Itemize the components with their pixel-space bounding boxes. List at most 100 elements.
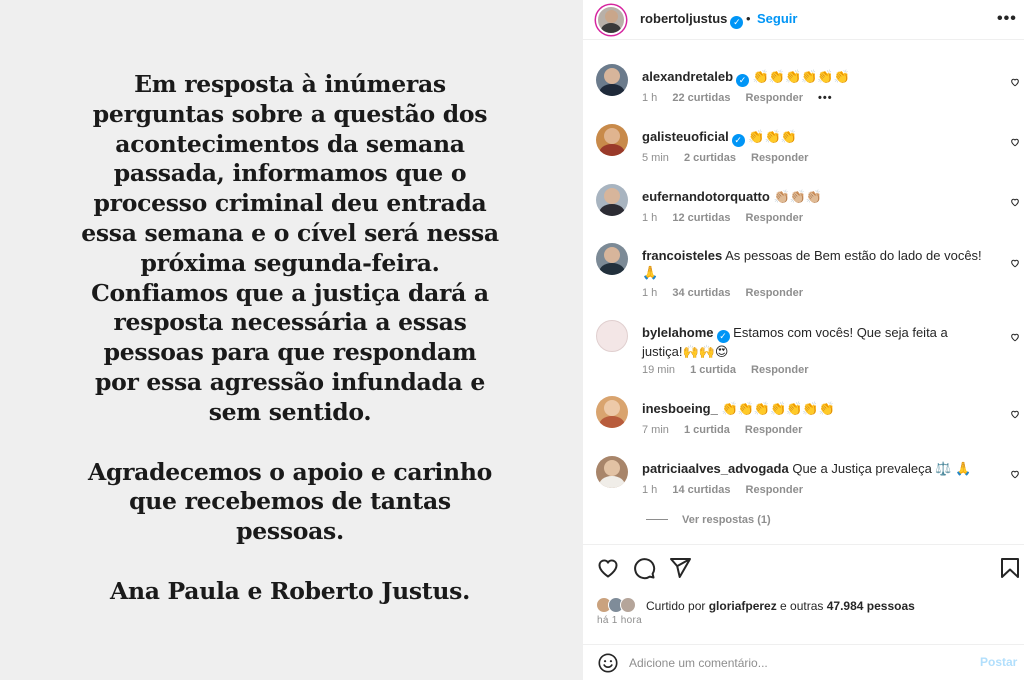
comment-likes[interactable]: 2 curtidas (684, 152, 736, 164)
reply-button[interactable]: Responder (751, 364, 808, 376)
commenter-avatar[interactable] (596, 456, 628, 488)
add-comment-bar: Postar (583, 644, 1024, 680)
post-text-line: Confiamos que a justiça dará a (91, 278, 489, 307)
reply-button[interactable]: Responder (746, 484, 803, 496)
post-time[interactable]: há 1 hora (597, 615, 642, 626)
author-username[interactable]: robertoljustus ✓ (640, 11, 744, 29)
reply-button[interactable]: Responder (745, 424, 802, 436)
post-text-line: passada, informamos que o (113, 159, 467, 188)
comment-time[interactable]: 1 h (642, 484, 657, 496)
emoji-icon[interactable] (597, 652, 619, 674)
view-replies-button[interactable]: Ver respostas (1) (646, 514, 771, 526)
comment-like-heart-icon[interactable] (1010, 409, 1020, 419)
view-replies-label[interactable]: Ver respostas (1) (682, 514, 771, 526)
verified-badge-icon: ✓ (716, 330, 730, 343)
post-text-line: por essa agressão infundada e (94, 367, 486, 396)
reply-button[interactable]: Responder (751, 152, 808, 164)
commenter-avatar[interactable] (596, 124, 628, 156)
more-options-icon[interactable]: ••• (997, 10, 1017, 28)
verified-badge-icon: ✓ (730, 16, 744, 29)
post-text-line: processo criminal deu entrada (93, 189, 487, 218)
comment-time[interactable]: 7 min (642, 424, 669, 436)
comment-like-heart-icon[interactable] (1010, 197, 1020, 207)
commenter-avatar[interactable] (596, 243, 628, 275)
post-text-line: Agradecemos o apoio e carinho (88, 457, 492, 486)
liker-username[interactable]: gloriafperez (709, 599, 777, 613)
comment-like-heart-icon[interactable] (1010, 258, 1020, 268)
author-avatar[interactable] (596, 5, 626, 35)
post-text-line: Ana Paula e Roberto Justus. (110, 576, 470, 605)
comment-likes[interactable]: 34 curtidas (672, 287, 730, 299)
comment-username[interactable]: inesboeing_ (642, 401, 718, 416)
comment-like-heart-icon[interactable] (1010, 137, 1020, 147)
comment-username[interactable]: alexandretaleb (642, 69, 733, 84)
post-text-line: perguntas sobre a questão dos (92, 99, 488, 128)
follow-button[interactable]: Seguir (757, 11, 797, 26)
comment-like-heart-icon[interactable] (1010, 332, 1020, 342)
likes-count[interactable]: 47.984 pessoas (827, 599, 915, 613)
comment-like-heart-icon[interactable] (1010, 77, 1020, 87)
comment-time[interactable]: 1 h (642, 92, 657, 104)
commenter-avatar[interactable] (596, 320, 628, 352)
likes-prefix: Curtido por (646, 599, 709, 613)
comment-time[interactable]: 19 min (642, 364, 675, 376)
header-separator: • (746, 11, 751, 26)
reply-button[interactable]: Responder (746, 287, 803, 299)
post-header: robertoljustus ✓ • Seguir ••• (583, 0, 1024, 40)
author-username-text[interactable]: robertoljustus (640, 11, 727, 26)
comment-text: 👏👏👏👏👏👏 (752, 69, 850, 84)
comment-username[interactable]: patriciaalves_advogada (642, 461, 789, 476)
commenter-avatar[interactable] (596, 64, 628, 96)
comment-username[interactable]: francoisteles (642, 248, 722, 263)
comments-list: alexandretaleb ✓ 👏👏👏👏👏👏 1 h 22 curtidas R… (583, 40, 1024, 540)
comment-text: Que a Justiça prevaleça ⚖️ 🙏 (792, 461, 972, 476)
comment-likes[interactable]: 1 curtida (684, 424, 730, 436)
verified-badge-icon: ✓ (736, 74, 750, 87)
commenter-avatar[interactable] (596, 396, 628, 428)
reply-button[interactable]: Responder (746, 212, 803, 224)
post-text-line: sem sentido. (208, 397, 372, 426)
comment-input[interactable] (629, 653, 969, 673)
comment-username[interactable]: bylelahome (642, 325, 714, 340)
comment-username[interactable]: eufernandotorquatto (642, 189, 770, 204)
share-icon[interactable] (668, 556, 692, 580)
comment-text: 👏🏼👏🏼👏🏼 (773, 189, 823, 204)
post-text-line: próxima segunda-feira. (140, 248, 440, 277)
post-comment-button[interactable]: Postar (980, 655, 1017, 669)
comment-like-heart-icon[interactable] (1010, 469, 1020, 479)
reply-button[interactable]: Responder (746, 92, 803, 104)
heart-icon[interactable] (596, 556, 620, 580)
post-image: Em resposta à inúmeras perguntas sobre a … (0, 0, 582, 680)
bookmark-icon[interactable] (998, 556, 1022, 580)
likes-summary: Curtido por gloriafperez e outras 47.984… (596, 596, 1016, 614)
post-text-line: pessoas. (236, 517, 344, 546)
comment-time[interactable]: 1 h (642, 287, 657, 299)
post-text-line: essa semana e o cível será nessa (81, 218, 499, 247)
comment-likes[interactable]: 12 curtidas (672, 212, 730, 224)
comment-more-icon[interactable]: ••• (818, 92, 833, 104)
liker-avatar[interactable] (620, 597, 636, 613)
likes-text[interactable]: Curtido por gloriafperez e outras 47.984… (646, 599, 915, 613)
comment-icon[interactable] (632, 556, 656, 580)
post-sidebar: robertoljustus ✓ • Seguir ••• alexandreta… (582, 0, 1024, 680)
post-text-line: Em resposta à inúmeras (134, 70, 446, 98)
comment-time[interactable]: 1 h (642, 212, 657, 224)
post-image-text: Em resposta à inúmeras perguntas sobre a … (50, 70, 530, 607)
comment-text: 👏👏👏👏👏👏👏 (721, 401, 835, 416)
comment-likes[interactable]: 14 curtidas (672, 484, 730, 496)
comment-likes[interactable]: 22 curtidas (672, 92, 730, 104)
comment-username[interactable]: galisteuoficial (642, 129, 729, 144)
verified-badge-icon: ✓ (731, 134, 745, 147)
post-text-line: pessoas para que respondam (103, 338, 477, 367)
commenter-avatar[interactable] (596, 184, 628, 216)
comment-likes[interactable]: 1 curtida (690, 364, 736, 376)
comment-text: 👏👏👏 (748, 129, 797, 144)
post-text-line: que recebemos de tantas (129, 487, 451, 516)
replies-line (646, 519, 668, 520)
post-text-line: resposta necessária a essas (113, 308, 467, 337)
post-actions: Curtido por gloriafperez e outras 47.984… (583, 544, 1024, 644)
post-text-line: acontecimentos da semana (115, 129, 465, 158)
comment-time[interactable]: 5 min (642, 152, 669, 164)
